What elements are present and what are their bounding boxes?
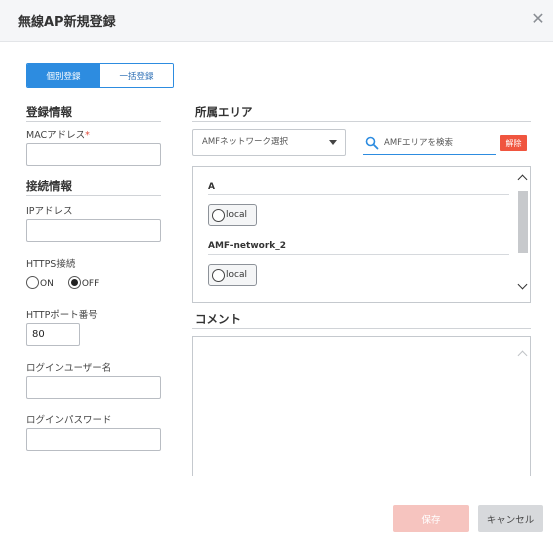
area-option-label: local [226,210,247,220]
cancel-button[interactable]: キャンセル [478,505,543,532]
area-scrollbar[interactable] [516,167,530,302]
comment-textarea[interactable] [192,336,531,476]
network-select-value: AMFネットワーク選択 [202,137,289,147]
area-search-input[interactable] [384,135,494,151]
area-option-radio[interactable] [212,268,225,282]
dialog-title: 無線AP新規登録 [18,15,116,30]
clear-button[interactable]: 解除 [500,135,527,151]
area-group-divider [208,194,509,195]
dialog-header: 無線AP新規登録 ✕ [0,0,553,42]
caret-down-icon [329,140,337,145]
https-off-label: OFF [81,279,100,289]
login-password-input[interactable] [26,428,161,451]
area-option-radio[interactable] [212,208,225,222]
login-password-label: ログインパスワード [26,415,112,426]
area-group-title: A [208,182,215,192]
area-option-chip[interactable]: local [208,204,257,226]
area-option-label: local [226,270,247,280]
mac-label-text: MACアドレス [26,130,86,141]
network-select[interactable]: AMFネットワーク選択 [192,129,346,156]
scroll-up-icon[interactable] [517,350,528,361]
ip-address-input[interactable] [26,219,161,242]
scroll-down-icon[interactable] [517,279,528,290]
required-mark: * [85,130,90,141]
comment-section-title: コメント [195,312,241,326]
scroll-thumb[interactable] [518,191,528,253]
save-button[interactable]: 保存 [393,505,469,532]
tab-bulk[interactable]: 一括登録 [100,64,173,87]
registration-section-title: 登録情報 [26,105,72,119]
https-off-radio[interactable] [67,276,81,289]
comment-divider [192,328,531,329]
connection-divider [26,195,161,196]
close-icon[interactable]: ✕ [531,11,545,27]
scroll-up-icon[interactable] [517,174,528,185]
tab-individual[interactable]: 個別登録 [27,64,100,87]
https-label: HTTPS接続 [26,259,76,270]
ip-label: IPアドレス [26,206,73,217]
mac-label: MACアドレス* [26,127,90,141]
area-list: A local AMF-network_2 local [192,166,531,303]
area-section-title: 所属エリア [195,105,253,119]
login-user-input[interactable] [26,376,161,399]
area-search [363,133,496,155]
search-icon [365,136,379,150]
mac-address-input[interactable] [26,143,161,166]
https-radio-group: ON OFF [26,276,113,289]
https-on-label: ON [40,279,54,289]
area-divider [192,121,531,122]
https-on-radio[interactable] [26,276,39,289]
http-port-input[interactable]: 80 [26,323,80,346]
mode-tabs: 個別登録 一括登録 [26,63,174,88]
login-user-label: ログインユーザー名 [26,363,112,374]
area-option-chip[interactable]: local [208,264,257,286]
registration-divider [26,121,161,122]
connection-section-title: 接続情報 [26,179,72,193]
area-group-title: AMF-network_2 [208,241,287,251]
area-group-divider [208,254,509,255]
port-label: HTTPポート番号 [26,310,98,321]
